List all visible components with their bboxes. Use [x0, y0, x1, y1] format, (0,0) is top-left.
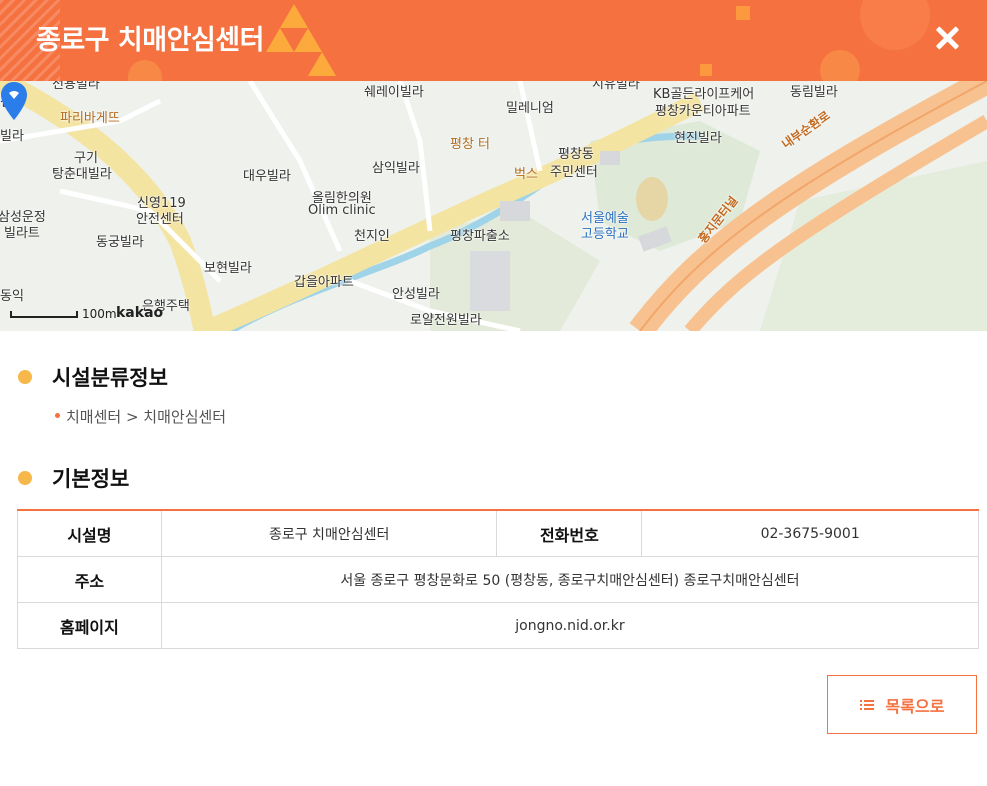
table-row: 홈페이지 jongno.nid.or.kr — [17, 602, 980, 649]
map-label: 동익 — [0, 289, 24, 304]
location-map[interactable]: 지유빌라 센터 전용빌라 쉐레이빌라 밀레니엄 KB골든라이프케어 평창카운티아… — [0, 81, 987, 331]
map-label: 보현빌라 — [204, 261, 252, 276]
map-scale-text: 100m — [82, 307, 117, 321]
modal-header: 종로구 치매안심센터 — [0, 0, 987, 81]
map-label: 주민센터 — [550, 165, 598, 180]
back-to-list-button[interactable]: 목록으로 — [827, 675, 977, 734]
map-label: 평창동 — [558, 147, 594, 162]
section-dot-icon — [18, 370, 32, 384]
basic-info-title-text: 기본정보 — [52, 467, 130, 491]
bullet-icon — [55, 413, 60, 418]
category-title-text: 시설분류정보 — [52, 366, 168, 390]
map-label-poi: 평창 터 — [450, 137, 491, 152]
facility-name-value: 종로구 치매안심센터 — [160, 510, 498, 557]
section-dot-icon — [18, 471, 32, 485]
category-path-text: 치매센터 > 치매안심센터 — [66, 408, 227, 426]
table-row: 시설명 종로구 치매안심센터 전화번호 02-3675-9001 — [17, 510, 979, 557]
map-label: 대우빌라 — [243, 169, 291, 184]
header-decoration-triangle — [308, 52, 336, 76]
map-label: 삼익빌라 — [372, 161, 420, 176]
map-label: 로얄전원빌라 — [410, 313, 482, 328]
map-label: 지유빌라 — [592, 81, 640, 92]
map-label: 평창카운티아파트 — [655, 104, 751, 119]
category-path: 치매센터 > 치매안심센터 — [55, 406, 226, 427]
map-label: 전용빌라 — [52, 81, 100, 92]
location-pin-icon — [1, 82, 27, 120]
map-label: 동림빌라 — [790, 85, 838, 100]
header-decoration-square — [700, 64, 712, 76]
map-label: 현진빌라 — [674, 131, 722, 146]
map-label: 평창파출소 — [450, 229, 510, 244]
map-label: 밀레니엄 — [506, 101, 554, 116]
map-label-poi: 벅스 — [514, 167, 538, 182]
back-to-list-label: 목록으로 — [885, 696, 945, 716]
header-decoration-triangle — [294, 28, 322, 52]
list-icon — [859, 699, 874, 711]
address-label: 주소 — [17, 556, 162, 603]
map-label-poi: 파리바게뜨 — [60, 111, 120, 126]
map-label: 고등학교 — [581, 227, 629, 242]
map-label: 갑을아파트 — [294, 275, 354, 290]
map-label: Olim clinic — [308, 203, 376, 218]
map-label: 안전센터 — [136, 212, 184, 227]
facility-detail-modal: 종로구 치매안심센터 지유빌라 전용빌라 쉐레이빌라 밀레니엄 KB골든라이프케… — [0, 0, 987, 786]
map-label: 동궁빌라 — [96, 235, 144, 250]
map-scale-bar — [10, 311, 78, 318]
header-decoration-circle — [860, 0, 930, 50]
map-label: 빌라트 — [4, 226, 40, 241]
basic-info-table: 시설명 종로구 치매안심센터 전화번호 02-3675-9001 주소 서울 종… — [17, 509, 980, 649]
header-decoration-square — [736, 6, 750, 20]
map-label: 빌라 — [0, 129, 24, 144]
close-icon[interactable] — [935, 26, 959, 50]
phone-value: 02-3675-9001 — [641, 510, 979, 557]
header-decoration-triangle — [266, 28, 294, 52]
homepage-label: 홈페이지 — [17, 602, 162, 649]
map-brand-logo: kakao — [116, 305, 164, 321]
facility-name-label: 시설명 — [17, 510, 162, 557]
modal-title: 종로구 치매안심센터 — [36, 25, 264, 56]
map-label: 쉐레이빌라 — [364, 85, 424, 100]
map-label: 안성빌라 — [392, 287, 440, 302]
map-label: 천지인 — [354, 229, 390, 244]
header-decoration-circle — [128, 60, 162, 81]
address-value: 서울 종로구 평창문화로 50 (평창동, 종로구치매안심센터) 종로구치매안심… — [160, 556, 980, 603]
map-label: 탕춘대빌라 — [52, 167, 112, 182]
header-decoration-circle — [820, 50, 860, 81]
category-section-title: 시설분류정보 — [18, 362, 168, 392]
table-row: 주소 서울 종로구 평창문화로 50 (평창동, 종로구치매안심센터) 종로구치… — [17, 556, 980, 603]
basic-info-section-title: 기본정보 — [18, 463, 129, 493]
phone-label: 전화번호 — [496, 510, 643, 557]
homepage-link[interactable]: jongno.nid.or.kr — [160, 602, 980, 649]
map-scale: 100m — [10, 307, 117, 321]
header-decoration-triangle — [280, 4, 308, 28]
